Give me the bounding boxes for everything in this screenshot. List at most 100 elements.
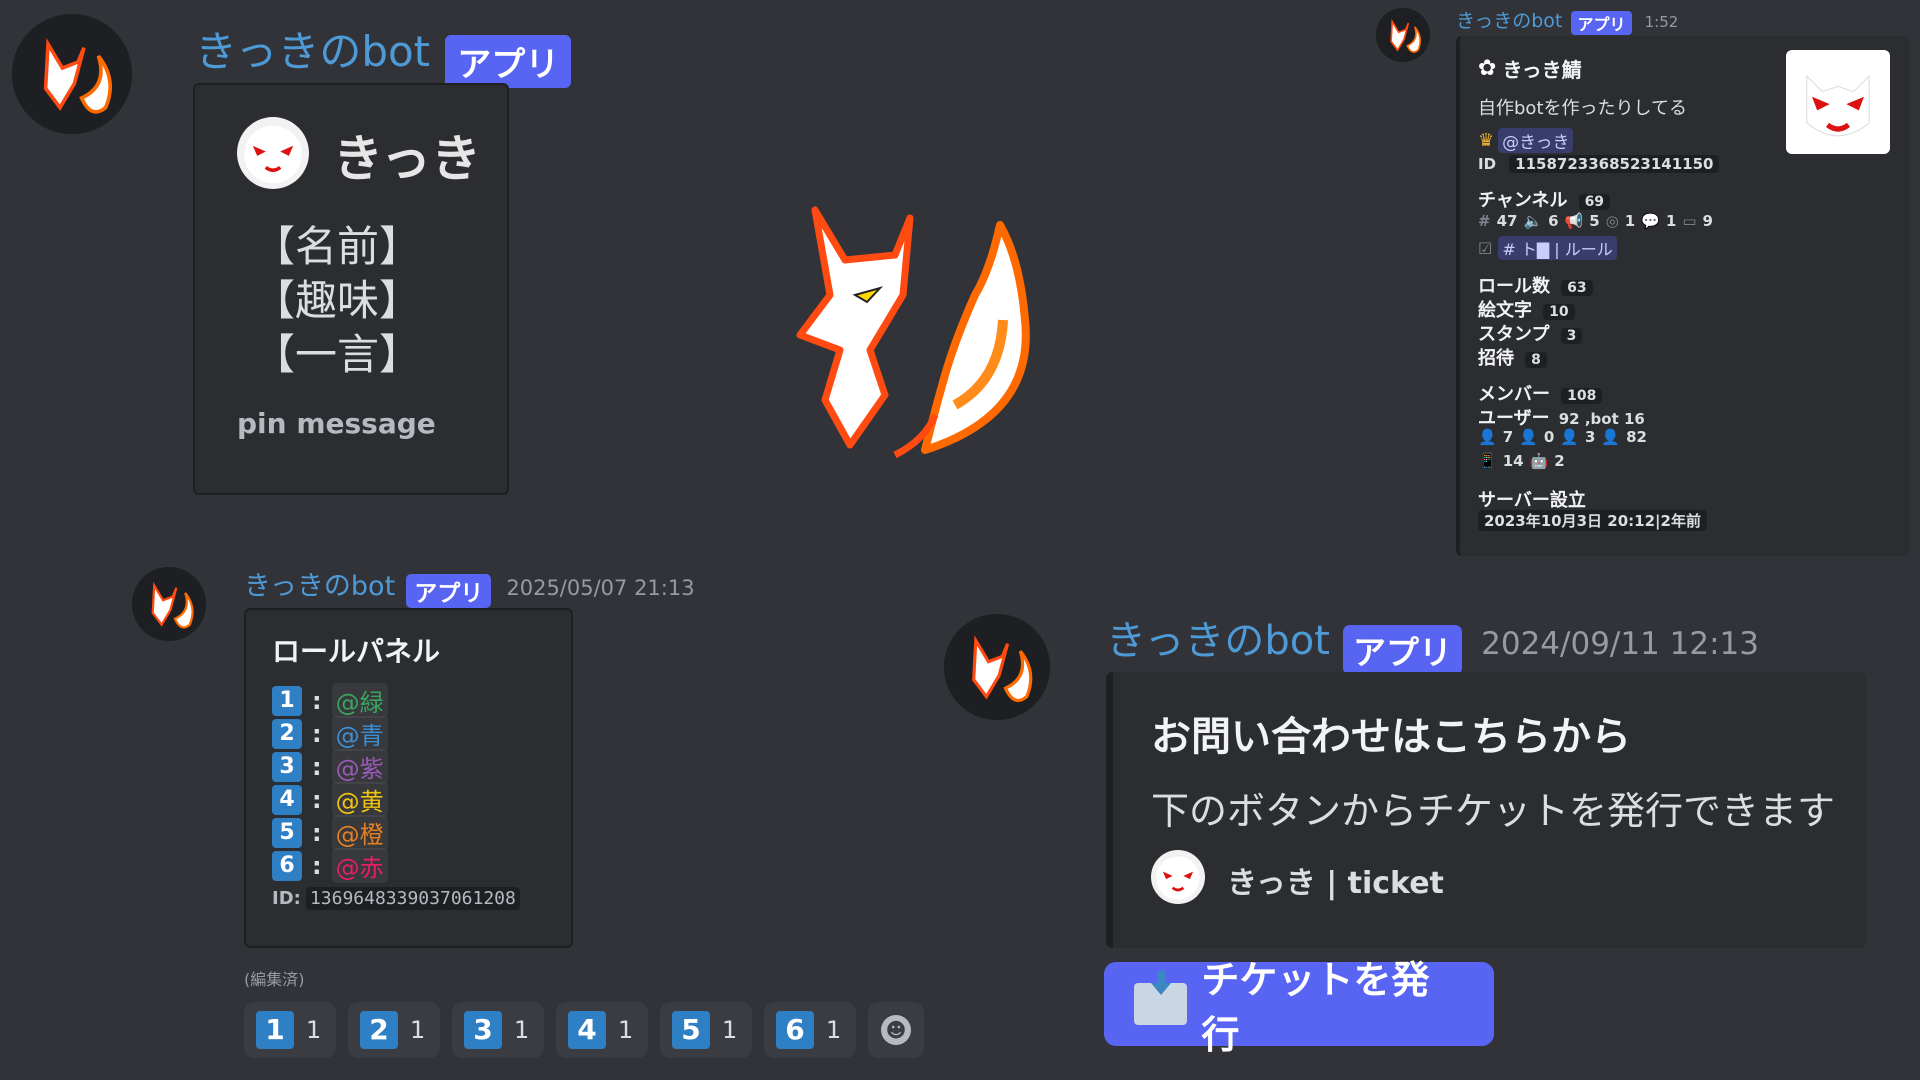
role-panel-title: ロールパネル [272,635,441,668]
role-mention-blue[interactable]: @青 [331,716,388,751]
message-timestamp: 2025/05/07 21:13 [506,576,695,600]
reaction-count: 1 [410,1016,426,1044]
profile-field-name: 【名前】 [253,222,422,271]
users-value: 92 ,bot 16 [1558,410,1645,428]
profile-field-hobby: 【趣味】 [253,276,422,325]
idle-count: 0 [1543,428,1555,446]
reaction-count: 1 [514,1016,530,1044]
server-id-row: ID 1158723368523141150 [1478,154,1720,173]
add-reaction-button[interactable]: ☻ [868,1002,924,1058]
role-mention-yellow[interactable]: @黄 [331,782,388,817]
category-icon: ▭ [1682,212,1697,230]
reaction-6[interactable]: 6 1 [764,1002,856,1058]
reaction-1[interactable]: 1 1 [244,1002,336,1058]
bot-avatar-3[interactable] [132,567,206,641]
owner-mention[interactable]: @きっき [1498,128,1574,153]
role-mention-purple[interactable]: @紫 [331,749,388,784]
mobile-count: 14 [1502,452,1524,470]
invite-count: 8 [1525,352,1547,368]
invite-row: 招待 8 [1478,344,1547,370]
bot-user-icon: 🤖 [1529,452,1549,470]
ticket-embed-footer: きっき | ticket [1227,866,1444,901]
stamp-count: 3 [1560,328,1583,344]
keycap-5-icon: 5 [672,1011,710,1049]
members-row: メンバー 108 [1478,380,1603,406]
fox-icon [1376,8,1430,62]
reaction-count: 1 [722,1016,738,1044]
profile-embed-title: きっき [333,130,481,188]
reaction-count: 1 [826,1016,842,1044]
server-name-row: ✿ きっき鯖 [1478,54,1582,83]
message-timestamp: 1:52 [1644,13,1679,31]
reaction-4[interactable]: 4 1 [556,1002,648,1058]
reaction-3[interactable]: 3 1 [452,1002,544,1058]
text-channel-count: 47 [1496,212,1518,230]
roles-row: ロール数 63 [1478,272,1593,298]
announcement-channel-count: 5 [1589,212,1600,230]
reaction-2[interactable]: 2 1 [348,1002,440,1058]
bot-name[interactable]: きっきのbot [1106,618,1330,664]
ticket-embed-title: お問い合わせはこちらから [1151,714,1631,760]
dnd-count: 3 [1584,428,1596,446]
message-header-1: きっきのbot アプリ [195,18,572,88]
bot-avatar-1[interactable] [12,14,132,134]
voice-channel-count: 6 [1548,212,1559,230]
online-count: 7 [1502,428,1514,446]
bot-name[interactable]: きっきのbot [195,27,430,76]
bot-avatar-2[interactable] [1376,8,1430,62]
server-thumbnail [1786,50,1890,154]
stamp-label: スタンプ [1478,324,1550,345]
stage-channel-count: 1 [1624,212,1636,230]
role-mention-orange[interactable]: @橙 [331,815,388,850]
crown-icon: ♛ [1478,130,1495,151]
created-value: 2023年10月3日 20:12|2年前 [1478,510,1707,531]
number-2-icon: 2 [272,718,302,749]
invite-label: 招待 [1478,348,1514,369]
role-list: 1 : @緑 2 : @青 3 : @紫 4 : @黄 5 : @橙 6 : @… [272,683,388,883]
message-header-4: きっきのbot アプリ 2024/09/11 12:13 [1106,608,1759,675]
number-6-icon: 6 [272,850,302,881]
issue-ticket-label: チケットを発行 [1201,958,1430,1057]
status-row-1: 👤 7 👤 0 👤 3 👤 82 [1478,428,1647,446]
server-name: きっき鯖 [1502,58,1582,82]
app-badge: アプリ [445,35,572,88]
role-item: 5 : @橙 [272,815,388,850]
issue-ticket-button[interactable]: チケットを発行 [1104,958,1494,1057]
users-label: ユーザー [1478,408,1550,429]
ticket-embed-description: 下のボタンからチケットを発行できます [1151,789,1836,833]
role-panel-id-row: ID: 1369648339037061208 [272,887,520,910]
add-reaction-icon: ☻ [881,1015,911,1045]
bot-name[interactable]: きっきのbot [1456,10,1562,32]
app-badge: アプリ [406,573,492,608]
members-label: メンバー [1478,384,1550,405]
kitsune-mask-icon [237,117,309,189]
forum-channel-count: 1 [1665,212,1677,230]
channels-count: 69 [1578,194,1611,210]
category-count: 9 [1702,212,1713,230]
role-item: 4 : @黄 [272,782,388,817]
role-mention-red[interactable]: @赤 [331,848,388,883]
server-description: 自作botを作ったりしてる [1478,98,1687,119]
channel-breakdown: #47 🔈 6 📢 5 ◎ 1 💬 1 ▭ 9 [1478,212,1713,230]
rules-channel-link[interactable]: # ト▇ | ルール [1498,236,1617,260]
ticket-embed: お問い合わせはこちらから 下のボタンからチケットを発行できます きっき | ti… [1106,672,1866,948]
status-row-2: 📱 14 🤖 2 [1478,452,1565,470]
reaction-5[interactable]: 5 1 [660,1002,752,1058]
server-gear-icon: ✿ [1478,56,1497,81]
bot-name[interactable]: きっきのbot [244,571,395,602]
app-badge: アプリ [1343,624,1463,675]
bot-avatar-4[interactable] [944,614,1050,720]
server-id-value: 1158723368523141150 [1509,155,1720,173]
profile-embed: きっき 【名前】 【趣味】 【一言】 pin message [193,83,509,495]
stamp-row: スタンプ 3 [1478,320,1583,346]
server-id-label: ID [1478,155,1497,173]
reaction-count: 1 [618,1016,634,1044]
role-item: 2 : @青 [272,716,388,751]
offline-count: 82 [1626,428,1647,446]
rules-row: ☑ # ト▇ | ルール [1478,236,1617,260]
keycap-6-icon: 6 [776,1011,814,1049]
created-row: 2023年10月3日 20:12|2年前 [1478,510,1707,531]
checkbox-icon: ☑ [1478,238,1493,258]
role-mention-green[interactable]: @緑 [331,683,388,718]
keycap-4-icon: 4 [568,1011,606,1049]
